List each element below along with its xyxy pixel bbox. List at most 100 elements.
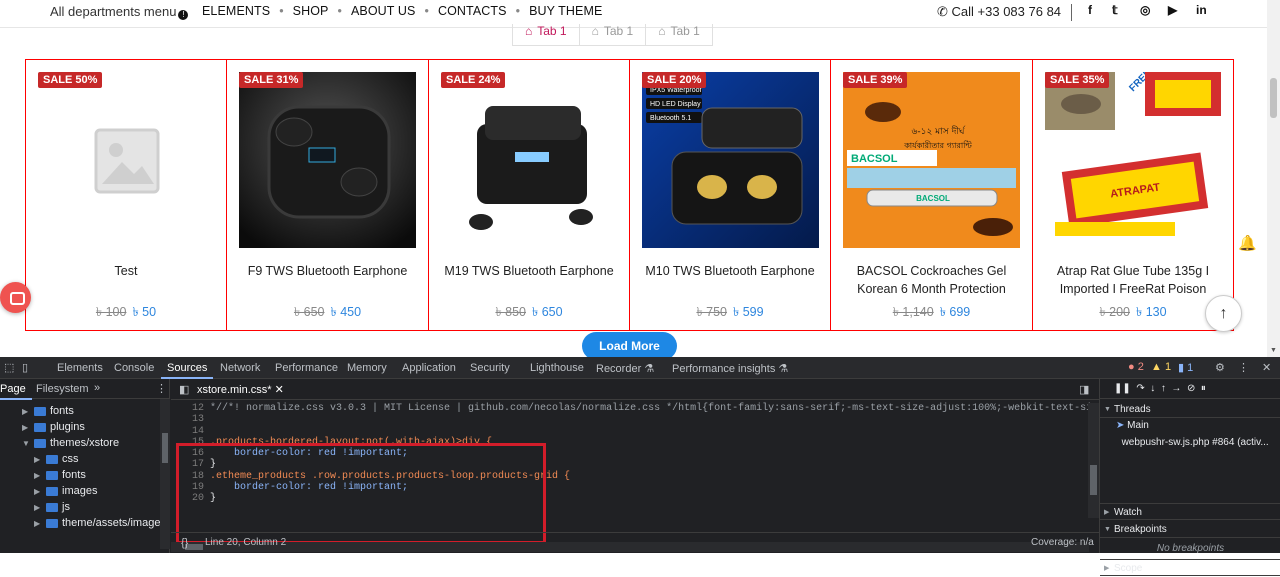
youtube-icon[interactable]: ▶ xyxy=(1168,3,1177,17)
product-image[interactable]: ৬-১২ মাস দীর্ঘ কার্যকারীতার গ্যারান্টি BAC… xyxy=(843,72,1020,248)
menu-item-elements[interactable]: ELEMENTS xyxy=(202,4,270,18)
instagram-icon[interactable]: ◎ xyxy=(1140,3,1150,17)
pretty-print-icon[interactable]: {} xyxy=(181,537,188,549)
more-options-icon[interactable]: ⋮ xyxy=(156,382,167,395)
product-card[interactable]: FREE RAT POISONATRAPAT SALE 35% Atrap Ra… xyxy=(1033,60,1233,330)
tab-1-active[interactable]: ⌂ Tab 1 xyxy=(512,24,580,46)
product-price: ৳ 750 ৳ 599 xyxy=(696,305,764,319)
step-out-icon[interactable]: ↑ xyxy=(1161,383,1166,394)
tree-folder[interactable]: ▶ theme/assets/images xyxy=(34,515,166,531)
product-price: ৳ 100 ৳ 50 xyxy=(95,305,157,319)
load-more-button[interactable]: Load More xyxy=(582,332,677,357)
product-title[interactable]: BACSOL Cockroaches Gel Korean 6 Month Pr… xyxy=(831,262,1032,298)
product-title[interactable]: Atrap Rat Glue Tube 135g I Imported I Fr… xyxy=(1033,262,1233,298)
product-title[interactable]: M19 TWS Bluetooth Earphone xyxy=(429,262,629,280)
tab-performance-insights[interactable]: Performance insights ⚗ xyxy=(672,362,788,375)
tab-elements[interactable]: Elements xyxy=(57,362,103,374)
tab-2[interactable]: ⌂ Tab 1 xyxy=(578,24,647,46)
step-over-icon[interactable]: ↷ xyxy=(1136,383,1144,394)
product-card[interactable]: IPX5 Waterproof HD LED Display Bluetooth 5… xyxy=(630,60,831,330)
tab-memory[interactable]: Memory xyxy=(347,362,387,374)
gear-icon[interactable]: ⚙ xyxy=(1215,361,1225,374)
vertical-scrollbar[interactable] xyxy=(1088,403,1099,518)
toggle-debugger-icon[interactable]: ◨ xyxy=(1079,383,1089,396)
tree-folder[interactable]: ▶ fonts xyxy=(22,403,74,419)
message-count[interactable]: ▮ 1 xyxy=(1178,361,1193,374)
tree-folder[interactable]: ▶ js xyxy=(34,499,70,515)
linkedin-icon[interactable]: in xyxy=(1196,3,1207,17)
scroll-to-top-button[interactable]: ↑ xyxy=(1205,295,1242,332)
tab-performance[interactable]: Performance xyxy=(275,362,338,374)
coverage-status: Coverage: n/a xyxy=(1031,537,1094,548)
product-card[interactable]: SALE 50% Test ৳ 100 ৳ 50 xyxy=(26,60,227,330)
tab-filesystem[interactable]: Filesystem xyxy=(36,383,89,395)
tab-security[interactable]: Security xyxy=(470,362,510,374)
product-card[interactable]: SALE 31% F9 TWS Bluetooth Earphone ৳ 650… xyxy=(227,60,429,330)
sale-badge: SALE 50% xyxy=(38,72,103,88)
tab-3[interactable]: ⌂ Tab 1 xyxy=(645,24,713,46)
editor-status-bar: {} Line 20, Column 2 Coverage: n/a xyxy=(171,532,1099,553)
product-title[interactable]: M10 TWS Bluetooth Earphone xyxy=(630,262,830,280)
error-count[interactable]: ● 2 xyxy=(1128,361,1144,373)
tab-application[interactable]: Application xyxy=(402,362,456,374)
tree-folder[interactable]: ▶ images xyxy=(34,483,97,499)
tab-page[interactable]: Page xyxy=(0,383,32,400)
navigator-scrollbar[interactable] xyxy=(160,399,170,549)
product-image[interactable]: IPX5 Waterproof HD LED Display Bluetooth 5… xyxy=(642,72,819,248)
tree-folder[interactable]: ▶ css xyxy=(34,451,79,467)
page-scrollbar[interactable]: ▼ xyxy=(1267,0,1280,357)
scope-section[interactable]: ▶ Scope xyxy=(1100,559,1280,576)
product-card[interactable]: SALE 24% M19 TWS Bluetooth Earphone ৳ 85… xyxy=(429,60,630,330)
product-title[interactable]: Test xyxy=(26,262,226,280)
device-toolbar-icon[interactable]: ▯ xyxy=(22,361,28,374)
breakpoints-section[interactable]: ▼ Breakpoints xyxy=(1100,521,1280,538)
departments-menu[interactable]: All departments menu! xyxy=(50,4,189,20)
pause-on-exceptions-icon[interactable]: ⏸ xyxy=(1201,383,1206,394)
product-image[interactable]: FREE RAT POISONATRAPAT xyxy=(1045,72,1222,248)
close-icon[interactable]: ✕ xyxy=(275,384,284,396)
facebook-icon[interactable]: f xyxy=(1088,3,1092,17)
more-options-icon[interactable]: ⋮ xyxy=(1238,361,1249,374)
code-editor: ◧ xstore.min.css* ✕ ◨ 12 *//*! normalize… xyxy=(171,379,1194,553)
chevron-down-icon[interactable]: ▼ xyxy=(1270,347,1277,354)
watch-section[interactable]: ▶ Watch xyxy=(1100,503,1280,520)
bell-icon[interactable]: 🔔 xyxy=(1238,234,1257,252)
pause-icon[interactable]: ❚❚ xyxy=(1114,383,1131,394)
phone-link[interactable]: ✆ Call +33 083 76 84 xyxy=(937,4,1061,20)
chat-icon[interactable] xyxy=(0,282,31,313)
menu-item-contacts[interactable]: CONTACTS xyxy=(438,4,507,18)
step-icon[interactable]: → xyxy=(1171,383,1181,394)
more-tabs-icon[interactable]: » xyxy=(94,382,100,394)
product-title[interactable]: F9 TWS Bluetooth Earphone xyxy=(227,262,428,280)
inspect-icon[interactable]: ⬚ xyxy=(4,361,14,374)
tab-lighthouse[interactable]: Lighthouse xyxy=(530,362,584,374)
tree-folder[interactable]: ▶ fonts xyxy=(34,467,86,483)
product-price: ৳ 650 ৳ 450 xyxy=(293,305,362,319)
thread-item[interactable]: webpushr-sw.js.php #864 (activ... xyxy=(1100,437,1280,448)
editor-tab-file[interactable]: xstore.min.css* ✕ xyxy=(197,383,284,396)
tab-sources[interactable]: Sources xyxy=(160,362,214,379)
toggle-navigator-icon[interactable]: ◧ xyxy=(179,383,189,396)
product-card[interactable]: ৬-১২ মাস দীর্ঘ কার্যকারীতার গ্যারান্টি BAC… xyxy=(831,60,1033,330)
thread-item[interactable]: ➤ Main xyxy=(1100,420,1280,431)
close-icon[interactable]: ✕ xyxy=(1262,361,1271,374)
threads-section[interactable]: ▼ Threads xyxy=(1100,401,1280,418)
info-icon: ! xyxy=(178,10,189,20)
deactivate-breakpoints-icon[interactable]: ⊘ xyxy=(1187,383,1195,394)
home-icon: ⌂ xyxy=(525,24,533,38)
menu-item-about-us[interactable]: ABOUT US xyxy=(351,4,415,18)
menu-item-buy-theme[interactable]: BUY THEME xyxy=(529,4,602,18)
step-into-icon[interactable]: ↓ xyxy=(1150,383,1155,394)
devtools-panel: ⬚ ▯ Elements Console Sources Network Per… xyxy=(0,357,1280,576)
product-image-placeholder[interactable] xyxy=(38,72,215,248)
tree-folder[interactable]: ▶ plugins xyxy=(22,419,85,435)
menu-item-shop[interactable]: SHOP xyxy=(293,4,329,18)
tab-network[interactable]: Network xyxy=(220,362,260,374)
warning-count[interactable]: ▲ 1 xyxy=(1151,361,1171,373)
product-image[interactable] xyxy=(239,72,416,248)
tab-console[interactable]: Console xyxy=(114,362,154,374)
product-image[interactable] xyxy=(441,72,618,248)
tree-folder[interactable]: ▼ themes/xstore xyxy=(22,435,119,451)
tab-recorder[interactable]: Recorder ⚗ xyxy=(596,362,654,375)
twitter-icon[interactable]: 𝕥 xyxy=(1112,3,1118,17)
